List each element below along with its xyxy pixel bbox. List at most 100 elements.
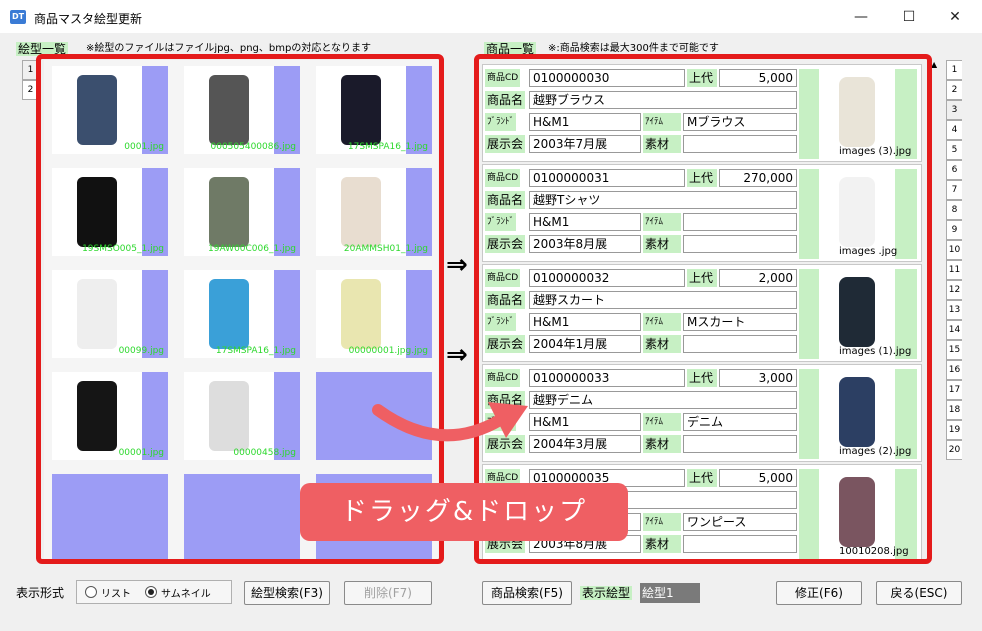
retail-price-field[interactable]: 270,000 (719, 169, 797, 187)
product-tab[interactable]: 20 (946, 440, 962, 460)
etype-thumbnail[interactable]: 00000458.jpg (184, 372, 300, 460)
retail-price-field[interactable]: 3,000 (719, 369, 797, 387)
delete-button[interactable]: 削除(F7) (344, 581, 432, 605)
exhibition-field[interactable]: 2003年8月展 (529, 235, 641, 253)
product-tab[interactable]: 3 (946, 100, 962, 120)
product-image-drop-area[interactable]: images .jpg (799, 169, 917, 259)
material-label: 素材 (643, 335, 681, 353)
product-tab[interactable]: 19 (946, 420, 962, 440)
product-tab[interactable]: 6 (946, 160, 962, 180)
list-radio[interactable] (85, 586, 97, 598)
etype-thumbnail[interactable]: 000505400086.jpg (184, 66, 300, 154)
product-name-field[interactable]: 越野Tシャツ (529, 191, 797, 209)
product-image-drop-area[interactable]: 10010208.jpg (799, 469, 917, 559)
right-arrow-icon: ⇒ (446, 340, 468, 370)
product-tab[interactable]: 17 (946, 380, 962, 400)
etype-thumbnail[interactable]: 17SMSPA16_1.jpg (184, 270, 300, 358)
product-cd-field[interactable]: 0100000033 (529, 369, 685, 387)
product-tab[interactable]: 13 (946, 300, 962, 320)
product-name-field[interactable]: 越野デニム (529, 391, 797, 409)
etype-search-button[interactable]: 絵型検索(F3) (244, 581, 330, 605)
product-name-field[interactable]: 越野ブラウス (529, 91, 797, 109)
product-tab[interactable]: 2 (946, 80, 962, 100)
etype-thumbnail[interactable]: 17SMSPA16_1.jpg (316, 66, 432, 154)
product-tab[interactable]: 5 (946, 140, 962, 160)
etype-thumbnail[interactable] (52, 474, 168, 560)
material-field[interactable] (683, 335, 797, 353)
product-cd-field[interactable]: 0100000031 (529, 169, 685, 187)
material-field[interactable] (683, 535, 797, 553)
product-search-button[interactable]: 商品検索(F5) (482, 581, 572, 605)
product-image-drop-area[interactable]: images (1).jpg (799, 269, 917, 359)
etype-thumbnail[interactable]: 00099.jpg (52, 270, 168, 358)
etype-file-note: ※絵型のファイルはファイルjpg、png、bmpの対応となります (86, 43, 372, 54)
product-tab[interactable]: 15 (946, 340, 962, 360)
product-tab[interactable]: 11 (946, 260, 962, 280)
item-field[interactable]: Mブラウス (683, 113, 797, 131)
product-card[interactable]: 商品CD 0100000032 上代 2,000 商品名 越野スカート ﾌﾞﾗﾝﾄﾞ H&M1… (482, 264, 922, 362)
product-tab[interactable]: 8 (946, 200, 962, 220)
retail-price-field[interactable]: 5,000 (719, 469, 797, 487)
brand-field[interactable]: H&M1 (529, 313, 641, 331)
product-cd-field[interactable]: 0100000032 (529, 269, 685, 287)
display-etype-label: 表示絵型 (580, 586, 633, 600)
material-field[interactable] (683, 435, 797, 453)
retail-price-label: 上代 (687, 369, 717, 387)
maximize-button[interactable]: ☐ (894, 6, 924, 28)
etype-thumbnail[interactable]: 0001.jpg (52, 66, 168, 154)
thumbnail-filename: 00099.jpg (118, 346, 164, 356)
product-tab[interactable]: 18 (946, 400, 962, 420)
product-name-label: 商品名 (485, 91, 526, 109)
product-image-drop-area[interactable]: images (2).jpg (799, 369, 917, 459)
exhibition-field[interactable]: 2004年1月展 (529, 335, 641, 353)
product-tab[interactable]: 16 (946, 360, 962, 380)
back-button[interactable]: 戻る(ESC) (876, 581, 962, 605)
product-tab[interactable]: 7 (946, 180, 962, 200)
etype-thumbnail[interactable]: 20AMMSH01_1.jpg (316, 168, 432, 256)
brand-field[interactable]: H&M1 (529, 413, 641, 431)
scroll-up-icon[interactable]: ▲ (931, 60, 937, 69)
item-field[interactable]: デニム (683, 413, 797, 431)
product-tab[interactable]: 9 (946, 220, 962, 240)
product-tab[interactable]: 14 (946, 320, 962, 340)
product-list-label: 商品一覧 (484, 42, 537, 56)
product-name-field[interactable]: 越野スカート (529, 291, 797, 309)
etype-thumbnail[interactable]: 19SMSO005_1.jpg (52, 168, 168, 256)
retail-price-field[interactable]: 5,000 (719, 69, 797, 87)
dot-skirt-image (184, 372, 274, 460)
modify-button[interactable]: 修正(F6) (776, 581, 862, 605)
product-card[interactable]: 商品CD 0100000031 上代 270,000 商品名 越野Tシャツ ﾌﾞﾗﾝﾄﾞ H&… (482, 164, 922, 262)
thumbnail-radio[interactable] (145, 586, 157, 598)
minimize-button[interactable]: — (846, 6, 876, 28)
brand-field[interactable]: H&M1 (529, 113, 641, 131)
product-tab[interactable]: 1 (946, 60, 962, 80)
material-field[interactable] (683, 235, 797, 253)
product-cd-field[interactable]: 0100000030 (529, 69, 685, 87)
product-tab[interactable]: 12 (946, 280, 962, 300)
material-label: 素材 (643, 135, 681, 153)
etype-thumbnail[interactable]: 19AW00C006_1.jpg (184, 168, 300, 256)
item-field[interactable]: ワンピース (683, 513, 797, 531)
product-card[interactable]: 商品CD 0100000030 上代 5,000 商品名 越野ブラウス ﾌﾞﾗﾝﾄﾞ H&M1… (482, 64, 922, 162)
product-card[interactable]: 商品CD0100000033上代3,000商品名越野デニムﾌﾞﾗﾝﾄﾞH&M1ｱ… (482, 364, 922, 462)
exhibition-field[interactable]: 2003年7月展 (529, 135, 641, 153)
item-field[interactable] (683, 213, 797, 231)
retail-price-field[interactable]: 2,000 (719, 269, 797, 287)
product-image-drop-area[interactable]: images (3).jpg (799, 69, 917, 159)
item-field[interactable]: Mスカート (683, 313, 797, 331)
etype-tab[interactable]: 1 (22, 60, 38, 80)
brand-field[interactable]: H&M1 (529, 213, 641, 231)
close-button[interactable]: ✕ (940, 6, 970, 28)
material-field[interactable] (683, 135, 797, 153)
etype-thumbnail[interactable] (184, 474, 300, 560)
product-cd-label: 商品CD (485, 169, 521, 187)
product-tab[interactable]: 10 (946, 240, 962, 260)
etype-thumbnail[interactable]: 00001.jpg (52, 372, 168, 460)
app-icon: DT (10, 10, 26, 24)
exhibition-field[interactable]: 2004年3月展 (529, 435, 641, 453)
thumbnail-filename: 17SMSPA16_1.jpg (347, 142, 428, 152)
etype-thumbnail[interactable]: 00000001.jpg.jpg (316, 270, 432, 358)
product-scrollbar[interactable]: ▲ (928, 60, 942, 560)
product-tab[interactable]: 4 (946, 120, 962, 140)
etype-tab[interactable]: 2 (22, 80, 38, 100)
